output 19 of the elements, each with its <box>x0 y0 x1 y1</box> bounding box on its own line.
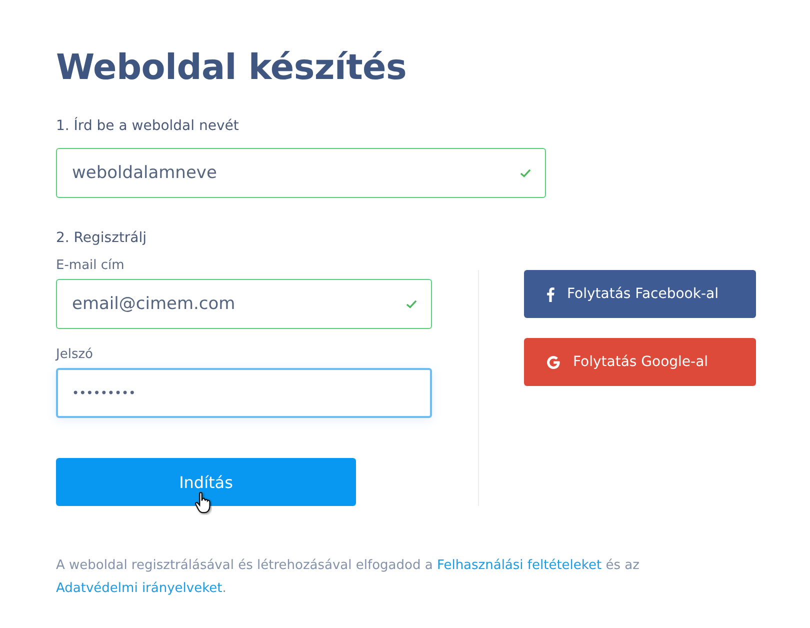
terms-link[interactable]: Felhasználási feltételeket <box>436 558 602 573</box>
checkmark-icon <box>406 299 417 309</box>
hand-cursor-icon <box>194 491 212 515</box>
step-heading: 2. Regisztrálj <box>56 230 148 246</box>
start-button[interactable]: Indítás <box>56 458 356 506</box>
facebook-button[interactable]: Folytatás Facebook-al <box>524 270 756 318</box>
site-name-field[interactable]: weboldalamneve <box>56 148 546 198</box>
email-field[interactable]: email@cimem.com <box>56 279 432 329</box>
page-title: Weboldal készítés <box>56 47 408 90</box>
terms-notice: A weboldal regisztrálásával és létrehozásával elfogadod a Felhasználási feltételeket és az Adatvédelmi irányelveket. <box>56 557 640 598</box>
facebook-icon <box>546 286 555 302</box>
google-button[interactable]: Folytatás Google-al <box>524 338 756 386</box>
password-field[interactable]: ••••••••• <box>56 368 432 418</box>
field-label: E-mail cím <box>56 258 126 273</box>
checkmark-icon <box>520 168 531 178</box>
step-heading: 1. Írd be a weboldal nevét <box>56 118 240 134</box>
google-icon <box>546 354 561 370</box>
field-label: Jelszó <box>56 347 94 362</box>
privacy-link[interactable]: Adatvédelmi irányelveket <box>56 581 222 596</box>
